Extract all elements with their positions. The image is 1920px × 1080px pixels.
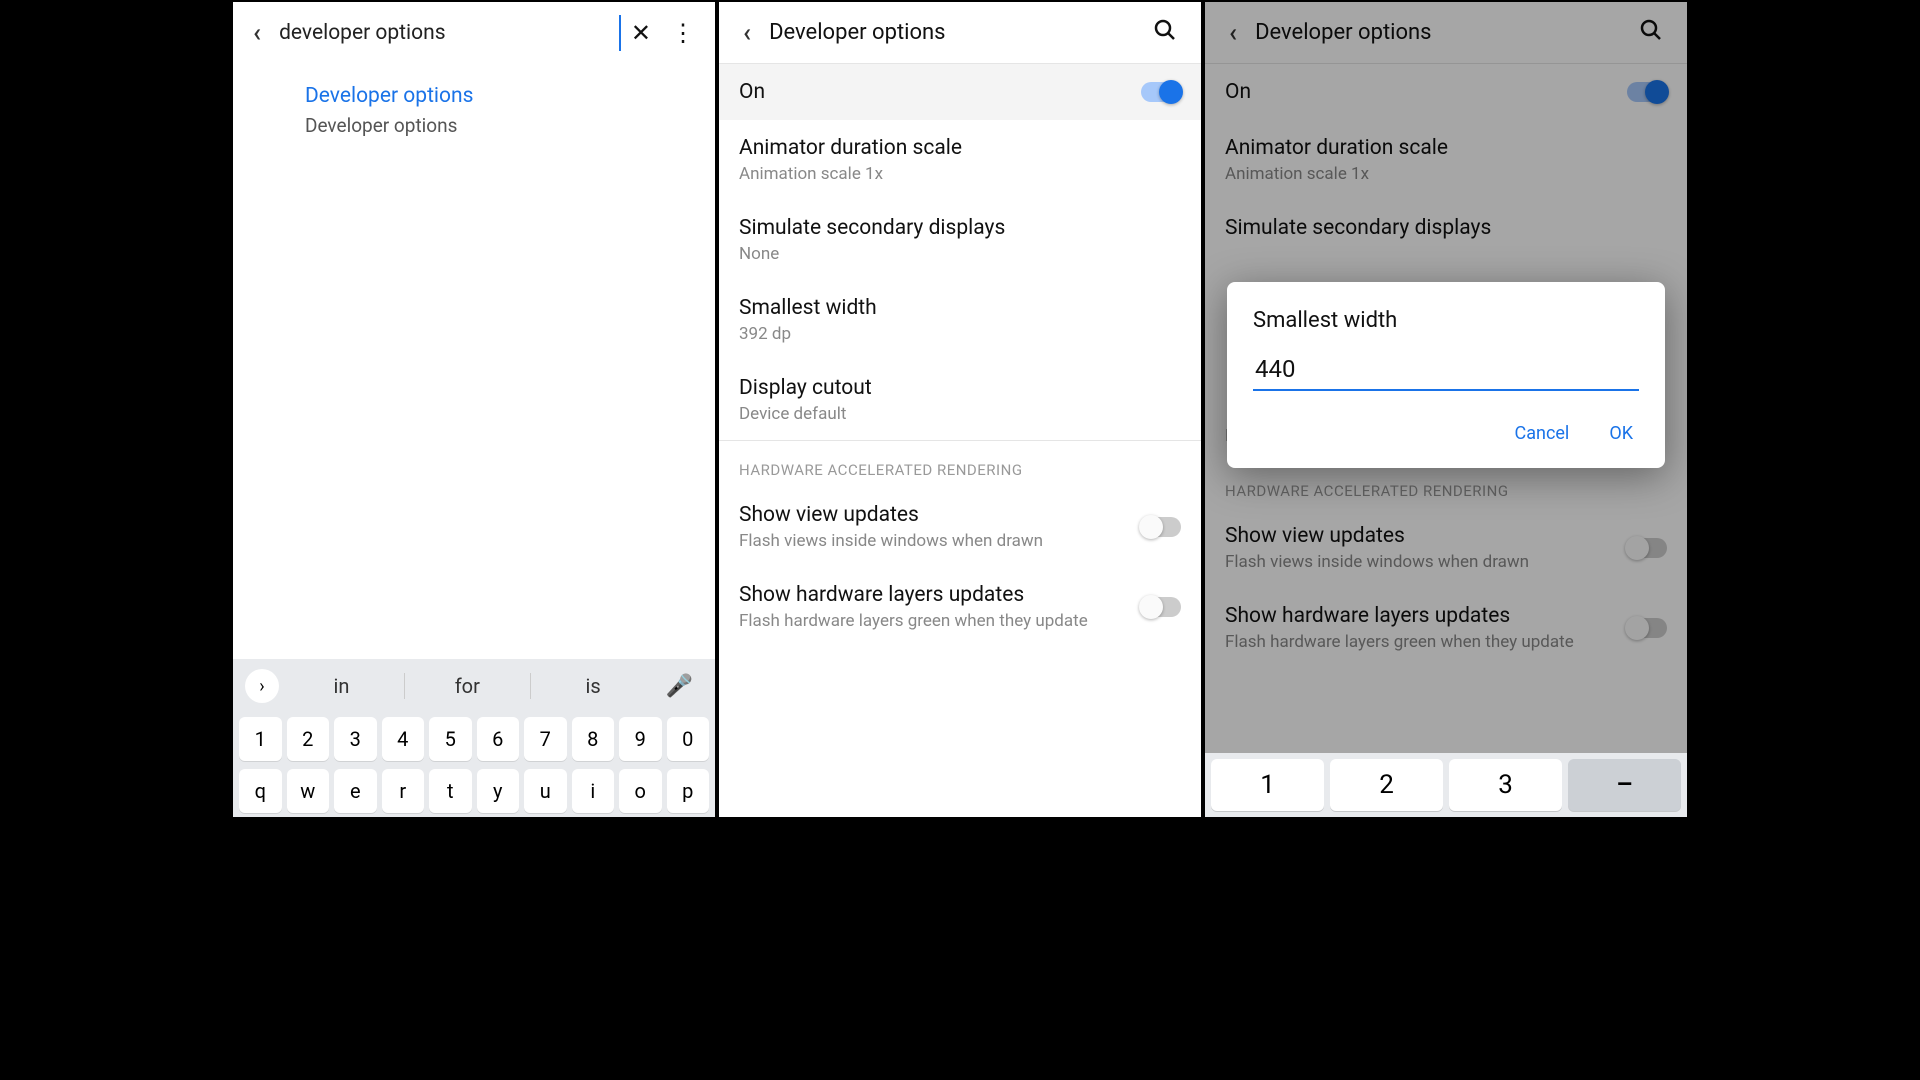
suggestion[interactable]: for: [405, 674, 530, 698]
setting-secondary-displays[interactable]: Simulate secondary displays None: [719, 200, 1201, 280]
key[interactable]: e: [334, 769, 377, 813]
setting-animator-scale: Animator duration scale Animation scale …: [1205, 120, 1687, 200]
key[interactable]: 1: [1211, 759, 1324, 811]
toggle[interactable]: [1141, 597, 1181, 617]
key[interactable]: o: [619, 769, 662, 813]
key[interactable]: 2: [287, 717, 330, 761]
master-toggle[interactable]: [1627, 82, 1667, 102]
key[interactable]: 3: [334, 717, 377, 761]
key-row: q w e r t y u i o p: [233, 765, 715, 817]
master-toggle-row: On: [1205, 64, 1687, 120]
panel-dialog: ‹ Developer options On Animator duration…: [1203, 0, 1689, 819]
key[interactable]: u: [524, 769, 567, 813]
result-sub: Developer options: [305, 114, 691, 137]
close-icon[interactable]: ✕: [621, 13, 661, 53]
header: ‹ Developer options: [1205, 2, 1687, 64]
key[interactable]: y: [477, 769, 520, 813]
key[interactable]: p: [667, 769, 710, 813]
header: ‹ Developer options: [719, 2, 1201, 64]
back-icon[interactable]: ‹: [243, 12, 271, 54]
setting-secondary-displays: Simulate secondary displays: [1205, 200, 1687, 256]
setting-show-hw-layers[interactable]: Show hardware layers updates Flash hardw…: [719, 567, 1201, 647]
key[interactable]: i: [572, 769, 615, 813]
smallest-width-dialog: Smallest width Cancel OK: [1227, 282, 1665, 468]
back-icon[interactable]: ‹: [1219, 12, 1247, 54]
key[interactable]: w: [287, 769, 330, 813]
master-toggle[interactable]: [1141, 82, 1181, 102]
cancel-button[interactable]: Cancel: [1509, 415, 1576, 452]
master-toggle-row[interactable]: On: [719, 64, 1201, 120]
key-row: 1 2 3 4 5 6 7 8 9 0: [233, 713, 715, 765]
key[interactable]: 1: [239, 717, 282, 761]
key[interactable]: t: [429, 769, 472, 813]
keyboard: › in for is 🎤 1 2 3 4 5 6 7 8 9 0: [233, 659, 715, 817]
section-header: HARDWARE ACCELERATED RENDERING: [1205, 462, 1687, 508]
numeric-keyboard: 1 2 3 –: [1205, 753, 1687, 817]
toggle[interactable]: [1627, 538, 1667, 558]
suggestion[interactable]: in: [279, 674, 404, 698]
toggle[interactable]: [1141, 517, 1181, 537]
key[interactable]: 0: [667, 717, 710, 761]
page-title: Developer options: [1255, 20, 1629, 45]
search-bar: ‹ ✕ ⋮: [233, 2, 715, 64]
more-icon[interactable]: ⋮: [661, 13, 705, 53]
key[interactable]: 2: [1330, 759, 1443, 811]
result-title: Developer options: [305, 84, 691, 108]
page-title: Developer options: [769, 20, 1143, 45]
setting-animator-scale[interactable]: Animator duration scale Animation scale …: [719, 120, 1201, 200]
dialog-title: Smallest width: [1253, 308, 1639, 333]
dialog-input[interactable]: [1253, 351, 1639, 391]
key[interactable]: 4: [382, 717, 425, 761]
key[interactable]: –: [1568, 759, 1681, 811]
setting-show-view-updates: Show view updates Flash views inside win…: [1205, 508, 1687, 588]
setting-display-cutout[interactable]: Display cutout Device default: [719, 360, 1201, 440]
key[interactable]: r: [382, 769, 425, 813]
key[interactable]: 9: [619, 717, 662, 761]
search-icon[interactable]: [1629, 12, 1673, 54]
ok-button[interactable]: OK: [1603, 415, 1639, 452]
search-result[interactable]: Developer options Developer options: [233, 64, 715, 137]
expand-icon[interactable]: ›: [245, 669, 279, 703]
setting-show-view-updates[interactable]: Show view updates Flash views inside win…: [719, 487, 1201, 567]
setting-smallest-width[interactable]: Smallest width 392 dp: [719, 280, 1201, 360]
suggestion[interactable]: is: [531, 674, 656, 698]
key[interactable]: 3: [1449, 759, 1562, 811]
key[interactable]: 8: [572, 717, 615, 761]
key[interactable]: 6: [477, 717, 520, 761]
back-icon[interactable]: ‹: [733, 12, 761, 54]
key[interactable]: 5: [429, 717, 472, 761]
section-header: HARDWARE ACCELERATED RENDERING: [719, 441, 1201, 487]
panel-search: ‹ ✕ ⋮ Developer options Developer option…: [231, 0, 717, 819]
on-label: On: [739, 80, 1141, 104]
search-icon[interactable]: [1143, 12, 1187, 54]
setting-show-hw-layers: Show hardware layers updates Flash hardw…: [1205, 588, 1687, 668]
mic-icon[interactable]: 🎤: [656, 674, 703, 699]
key[interactable]: q: [239, 769, 282, 813]
suggestion-bar: › in for is 🎤: [233, 659, 715, 713]
panel-developer-options: ‹ Developer options On Animator duration…: [717, 0, 1203, 819]
search-input[interactable]: [271, 15, 621, 51]
toggle[interactable]: [1627, 618, 1667, 638]
key[interactable]: 7: [524, 717, 567, 761]
